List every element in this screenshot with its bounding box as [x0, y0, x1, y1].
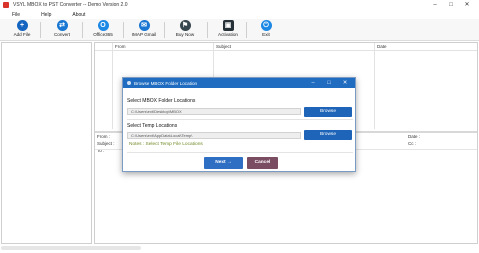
exit-button[interactable]: ⏻ Exit	[248, 20, 284, 37]
dialog-divider	[127, 119, 353, 120]
imap-gmail-label: IMAP Gmail	[131, 32, 157, 37]
column-divider	[374, 43, 375, 129]
add-file-button[interactable]: + Add File	[4, 20, 40, 37]
office365-button[interactable]: O Office365	[85, 20, 121, 37]
dialog-minimize-button[interactable]: –	[305, 78, 321, 88]
app-window: VSYL MBOX to PST Converter -- Demo Versi…	[0, 0, 479, 253]
power-icon: ⏻	[260, 20, 272, 31]
temp-path-field[interactable]: C:\Users\ext\AppData\Local\Temp\	[127, 132, 301, 139]
imap-gmail-button[interactable]: ✉ IMAP Gmail	[126, 20, 162, 37]
cancel-button[interactable]: Cancel	[247, 157, 278, 169]
preview-subject-label: Subject :	[97, 141, 115, 146]
dialog-divider	[127, 152, 353, 153]
activation-icon: ▣	[222, 20, 234, 31]
notes-text: Notes : Select Temp File Locations	[129, 142, 203, 147]
column-header-date[interactable]: Date	[377, 44, 387, 49]
toolbar-divider	[207, 22, 208, 38]
menu-about[interactable]: About	[60, 12, 94, 18]
dialog-title-bar: Browse MBOX Folder Location – □ ✕	[123, 78, 355, 88]
add-file-icon: +	[16, 20, 28, 31]
menu-help[interactable]: Help	[29, 12, 60, 18]
buy-now-label: Buy Now	[175, 32, 195, 37]
mail-icon: ✉	[138, 20, 150, 31]
convert-button[interactable]: ⇄ Convert	[44, 20, 80, 37]
maximize-button[interactable]: □	[443, 1, 459, 9]
dialog-close-button[interactable]: ✕	[337, 78, 353, 88]
mbox-browse-button[interactable]: Browse	[304, 107, 352, 117]
mbox-path-field[interactable]: C:\Users\ext\Desktop\MBOX	[127, 108, 301, 115]
office365-icon: O	[97, 20, 109, 31]
mbox-location-label: Select MBOX Folder Locations	[127, 98, 196, 104]
preview-from-label: From :	[97, 134, 110, 139]
app-logo-icon	[3, 2, 9, 8]
toolbar-divider	[40, 22, 41, 38]
window-title: VSYL MBOX to PST Converter -- Demo Versi…	[13, 2, 128, 8]
exit-label: Exit	[262, 32, 270, 37]
add-file-label: Add File	[13, 32, 31, 37]
temp-browse-button[interactable]: Browse	[304, 130, 352, 140]
menu-file[interactable]: File	[0, 12, 29, 18]
temp-location-label: Select Temp Locations	[127, 123, 178, 129]
folder-tree-pane[interactable]	[1, 42, 92, 244]
office365-label: Office365	[93, 32, 113, 37]
dialog-title: Browse MBOX Folder Location	[134, 80, 198, 86]
header-separator	[95, 50, 477, 51]
next-button[interactable]: Next →	[204, 157, 243, 169]
toolbar-divider	[123, 22, 124, 38]
minimize-button[interactable]: –	[427, 1, 443, 9]
toolbar-divider	[164, 22, 165, 38]
browse-mbox-dialog: Browse MBOX Folder Location – □ ✕ Select…	[122, 77, 356, 172]
dialog-maximize-button[interactable]: □	[321, 78, 337, 88]
toolbar-divider	[246, 22, 247, 38]
buy-now-button[interactable]: ⚑ Buy Now	[167, 20, 203, 37]
column-divider	[112, 43, 113, 129]
toolbar: + Add File ⇄ Convert O Office365 ✉ IMAP …	[0, 19, 479, 41]
convert-label: Convert	[53, 32, 71, 37]
title-bar: VSYL MBOX to PST Converter -- Demo Versi…	[0, 0, 479, 10]
preview-date-label: Date :	[408, 134, 421, 139]
dialog-window-controls: – □ ✕	[305, 78, 353, 88]
buy-now-icon: ⚑	[179, 20, 191, 31]
close-button[interactable]: ✕	[459, 1, 475, 9]
activation-label: Activation	[218, 32, 238, 37]
column-header-subject[interactable]: Subject	[216, 44, 231, 49]
activation-button[interactable]: ▣ Activation	[210, 20, 246, 37]
horizontal-scrollbar[interactable]	[1, 246, 141, 250]
column-header-from[interactable]: From	[115, 44, 126, 49]
dialog-app-icon	[127, 81, 131, 85]
window-controls: – □ ✕	[427, 1, 475, 9]
menu-bar: File Help About	[0, 10, 479, 19]
preview-cc-label: Cc :	[408, 141, 417, 146]
convert-icon: ⇄	[56, 20, 68, 31]
toolbar-divider	[82, 22, 83, 38]
